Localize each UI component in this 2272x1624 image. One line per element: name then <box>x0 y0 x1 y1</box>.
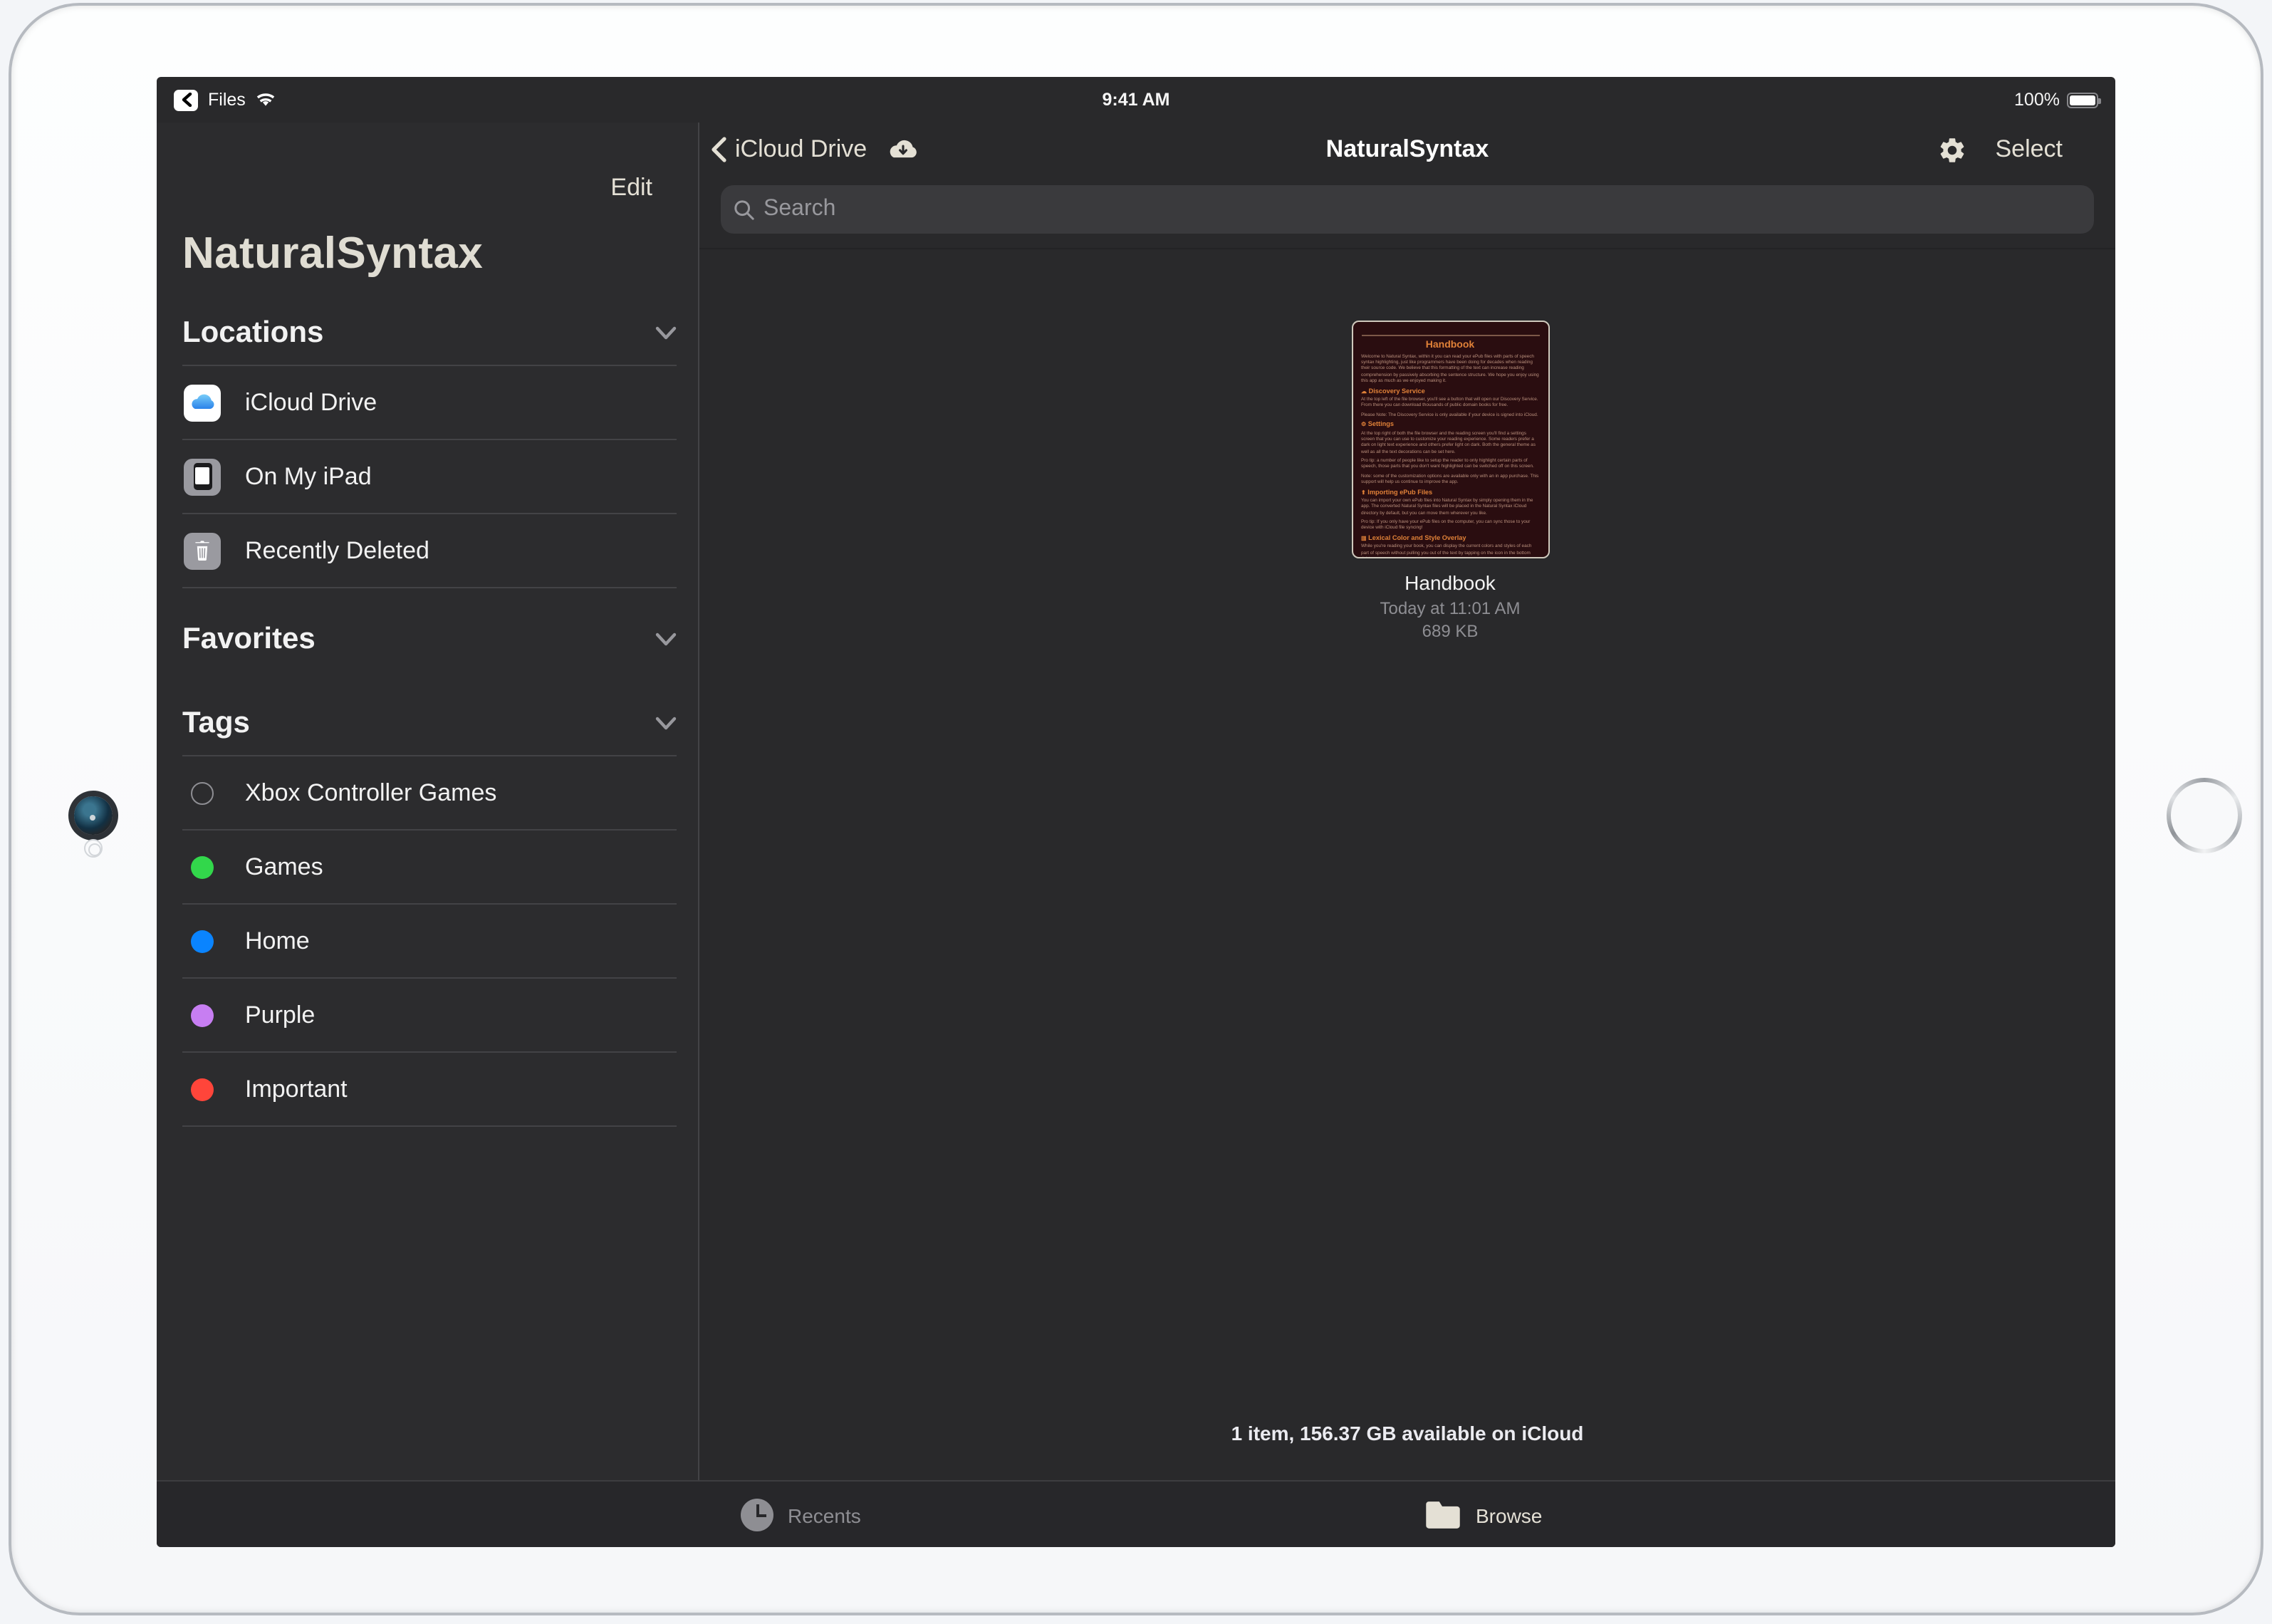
tag-circle-icon <box>191 781 214 804</box>
tag-circle-icon <box>191 1004 214 1026</box>
tag-label: Important <box>245 1075 348 1103</box>
file-size: 689 KB <box>1322 621 1578 641</box>
trash-icon <box>184 532 221 569</box>
tag-circle-icon <box>191 930 214 952</box>
locations-section-header[interactable]: Locations <box>182 311 677 356</box>
tag-circle-icon <box>191 855 214 878</box>
locations-header-label: Locations <box>182 316 323 350</box>
tag-item-xbox-controller-games[interactable]: Xbox Controller Games <box>182 756 677 831</box>
tag-item-home[interactable]: Home <box>182 905 677 979</box>
sidebar: Edit NaturalSyntax Locations iCloud Driv… <box>157 123 698 1480</box>
page: Files 9:41 AM 100% Edit NaturalSyntax Lo… <box>0 0 2272 1624</box>
navigation-bar: iCloud Drive NaturalSyntax Select <box>699 123 2115 177</box>
edit-button[interactable]: Edit <box>610 174 652 202</box>
item-count-status: 1 item, 156.37 GB available on iCloud <box>699 1422 2115 1445</box>
tab-browse[interactable]: Browse <box>1424 1482 1542 1547</box>
tab-label: Recents <box>788 1504 861 1526</box>
search-input[interactable] <box>764 197 2081 222</box>
file-thumbnail: Handbook Welcome to Natural Syntax, with… <box>1351 321 1549 558</box>
doc-paragraph: Pro tip: a number of people like to setu… <box>1361 457 1539 469</box>
sidebar-item-icloud-drive[interactable]: iCloud Drive <box>182 366 677 440</box>
tab-bar: Recents Browse <box>157 1480 2115 1547</box>
doc-heading: Discovery Service <box>1369 387 1425 394</box>
doc-paragraph: Pro tip: If you only have your ePub file… <box>1361 519 1539 531</box>
locations-list: iCloud Drive On My iPad Recently Deleted <box>182 365 677 588</box>
search-icon <box>734 199 755 220</box>
tags-section-header[interactable]: Tags <box>182 701 677 746</box>
battery-percent: 100% <box>2014 90 2060 110</box>
file-modified-date: Today at 11:01 AM <box>1322 598 1578 618</box>
tag-label: Purple <box>245 1001 315 1029</box>
chevron-down-icon <box>655 633 677 647</box>
doc-heading: Lexical Color and Style Overlay <box>1368 534 1466 541</box>
tag-label: Home <box>245 927 310 955</box>
doc-heading: Settings <box>1368 421 1394 428</box>
sidebar-item-label: On My iPad <box>245 462 372 491</box>
home-button[interactable] <box>2167 778 2242 853</box>
search-bar[interactable] <box>721 185 2094 234</box>
tag-item-games[interactable]: Games <box>182 831 677 905</box>
favorites-section-header[interactable]: Favorites <box>182 617 677 662</box>
clock-icon <box>741 1499 773 1531</box>
tag-circle-icon <box>191 1078 214 1100</box>
light-sensor-icon <box>84 839 103 858</box>
on-my-ipad-icon <box>184 458 221 495</box>
sidebar-item-label: iCloud Drive <box>245 388 377 417</box>
doc-paragraph: Note: some of the customization options … <box>1361 472 1539 484</box>
tab-recents[interactable]: Recents <box>741 1482 861 1547</box>
doc-paragraph: At the top left of the file browser, you… <box>1361 396 1539 408</box>
front-camera-icon <box>74 796 113 835</box>
doc-title: Handbook <box>1361 340 1539 350</box>
main-content: iCloud Drive NaturalSyntax Select <box>699 123 2115 1480</box>
tag-label: Xbox Controller Games <box>245 779 496 807</box>
doc-paragraph: You can import your own ePub files into … <box>1361 497 1539 515</box>
sidebar-item-recently-deleted[interactable]: Recently Deleted <box>182 514 677 588</box>
file-item-handbook[interactable]: Handbook Welcome to Natural Syntax, with… <box>1322 321 1578 641</box>
app-title: NaturalSyntax <box>182 228 483 279</box>
file-name: Handbook <box>1322 571 1578 594</box>
battery-icon <box>2067 92 2098 108</box>
sidebar-item-on-my-ipad[interactable]: On My iPad <box>182 440 677 514</box>
tags-list: Xbox Controller Games Games Home Purple … <box>182 755 677 1127</box>
settings-gear-icon[interactable] <box>1937 135 1967 165</box>
doc-paragraph: Welcome to Natural Syntax, within it you… <box>1361 353 1539 383</box>
sidebar-item-label: Recently Deleted <box>245 536 429 565</box>
favorites-header-label: Favorites <box>182 623 316 657</box>
overlay-glyph-icon: ▥ <box>1361 534 1367 541</box>
select-button[interactable]: Select <box>1996 135 2063 164</box>
page-title: NaturalSyntax <box>699 123 2115 177</box>
doc-paragraph: While you're reading your book, you can … <box>1361 543 1539 558</box>
doc-paragraph: At the top right of both the file browse… <box>1361 430 1539 454</box>
file-browser-area: Handbook Welcome to Natural Syntax, with… <box>699 248 2115 1480</box>
doc-paragraph: Please Note: The Discovery Service is on… <box>1361 411 1539 417</box>
import-glyph-icon: ⬆ <box>1361 488 1366 495</box>
gear-glyph-icon: ⚙ <box>1361 421 1366 428</box>
status-bar: Files 9:41 AM 100% <box>157 77 2115 123</box>
tag-label: Games <box>245 853 323 881</box>
status-time: 9:41 AM <box>157 77 2115 123</box>
cloud-glyph-icon: ☁ <box>1361 387 1367 394</box>
screen: Files 9:41 AM 100% Edit NaturalSyntax Lo… <box>157 77 2115 1547</box>
chevron-down-icon <box>655 717 677 731</box>
tab-label: Browse <box>1476 1504 1542 1526</box>
chevron-down-icon <box>655 326 677 340</box>
doc-heading: Importing ePub Files <box>1367 488 1432 495</box>
folder-icon <box>1424 1500 1461 1530</box>
tag-item-important[interactable]: Important <box>182 1053 677 1127</box>
tag-item-purple[interactable]: Purple <box>182 979 677 1053</box>
icloud-drive-icon <box>184 384 221 421</box>
tags-header-label: Tags <box>182 707 250 741</box>
